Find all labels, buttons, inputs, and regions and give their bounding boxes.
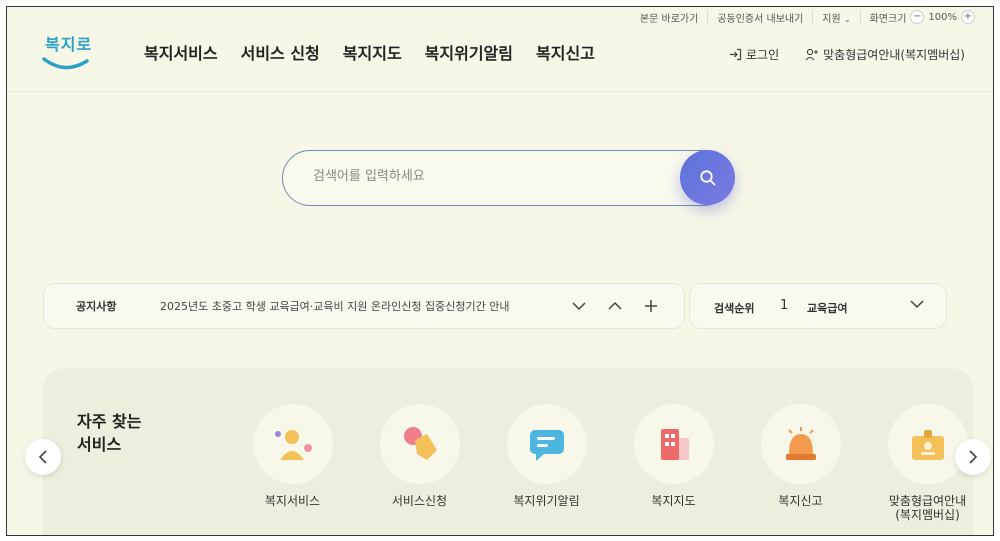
- id-badge-icon: [911, 430, 944, 460]
- user-add-icon: [805, 48, 819, 61]
- service-icon-circle: [633, 404, 714, 484]
- service-label: 복지서비스: [264, 494, 321, 508]
- service-icon-circle: [506, 404, 587, 484]
- search-box: [282, 150, 732, 206]
- utility-bar: 본문 바로가기 공동인증서 내보내기 지원 ⌄ 화면크기 − 100% +: [631, 9, 975, 25]
- chevron-down-icon[interactable]: [910, 299, 924, 309]
- hand-click-icon: [403, 427, 437, 460]
- membership-guide-button[interactable]: 맞춤형급여안내(복지멤버십): [805, 46, 965, 63]
- logo-smile-icon: [42, 57, 89, 70]
- nav-crisis-alert[interactable]: 복지위기알림: [425, 40, 513, 64]
- support-menu[interactable]: 지원 ⌄: [813, 9, 861, 25]
- chevron-right-icon: [969, 450, 978, 464]
- support-label: 지원: [822, 13, 841, 25]
- building-icon: [660, 429, 689, 460]
- login-icon: [730, 48, 742, 61]
- service-icon-circle: [252, 404, 333, 484]
- service-label: 복지지도: [651, 494, 696, 508]
- service-label: 복지위기알림: [513, 494, 580, 508]
- siren-icon: [785, 427, 816, 460]
- nav-welfare-map[interactable]: 복지지도: [343, 40, 402, 64]
- membership-guide-label: 맞춤형급여안내(복지멤버십): [823, 48, 965, 62]
- zoom-value: 100%: [928, 11, 957, 23]
- zoom-in-button[interactable]: +: [961, 10, 975, 24]
- chevron-up-icon[interactable]: [608, 301, 622, 311]
- service-item-report[interactable]: 복지신고: [737, 404, 864, 522]
- notice-controls: [572, 299, 658, 313]
- ranking-keyword[interactable]: 교육급여: [807, 300, 847, 316]
- ranking-label: 검색순위: [714, 302, 755, 315]
- service-label: 복지신고: [778, 494, 823, 508]
- service-label: 서비스신청: [391, 494, 448, 508]
- page-frame: 본문 바로가기 공동인증서 내보내기 지원 ⌄ 화면크기 − 100% + 복지…: [6, 6, 994, 536]
- notice-text[interactable]: 2025년도 초중고 학생 교육급여·교육비 지원 온라인신청 집중신청기간 안…: [160, 298, 509, 314]
- service-icon-circle: [379, 404, 460, 484]
- chat-icon: [529, 430, 564, 461]
- site-logo[interactable]: 복지로: [41, 31, 93, 73]
- header-divider: [7, 91, 993, 92]
- search-input[interactable]: [313, 169, 673, 184]
- service-list: 복지서비스 서비스신청 복지위기알림 복지지도 복지신고 맞춤형급여안내 (복지…: [229, 404, 991, 522]
- nav-welfare-report[interactable]: 복지신고: [536, 40, 595, 64]
- service-item-welfare[interactable]: 복지서비스: [229, 404, 356, 522]
- notice-bar: 공지사항 2025년도 초중고 학생 교육급여·교육비 지원 온라인신청 집중신…: [43, 283, 685, 329]
- search-button[interactable]: [680, 150, 735, 205]
- chevron-down-icon: ⌄: [843, 14, 851, 24]
- plus-icon[interactable]: [644, 299, 658, 313]
- main-nav: 복지서비스 서비스 신청 복지지도 복지위기알림 복지신고: [144, 40, 595, 64]
- cert-export-link[interactable]: 공동인증서 내보내기: [708, 9, 814, 25]
- login-label: 로그인: [746, 48, 780, 62]
- login-button[interactable]: 로그인: [729, 46, 779, 63]
- services-prev-button[interactable]: [25, 439, 61, 475]
- service-label: 맞춤형급여안내 (복지멤버십): [888, 494, 967, 522]
- skip-link[interactable]: 본문 바로가기: [631, 9, 709, 25]
- notice-label: 공지사항: [76, 300, 117, 313]
- service-item-apply[interactable]: 서비스신청: [356, 404, 483, 522]
- nav-welfare-service[interactable]: 복지서비스: [144, 40, 218, 64]
- chevron-down-icon[interactable]: [572, 301, 586, 311]
- services-title: 자주 찾는 서비스: [77, 412, 142, 454]
- service-icon-circle: [887, 404, 968, 484]
- nav-service-apply[interactable]: 서비스 신청: [241, 40, 320, 64]
- service-item-map[interactable]: 복지지도: [610, 404, 737, 522]
- ranking-number: 1: [780, 298, 789, 313]
- service-icon-circle: [760, 404, 841, 484]
- search-ranking[interactable]: 검색순위 1 교육급여: [689, 283, 947, 329]
- search-icon: [699, 169, 715, 185]
- zoom-label: 화면크기: [869, 13, 907, 25]
- services-next-button[interactable]: [955, 439, 991, 475]
- zoom-control: 화면크기 − 100% +: [861, 10, 975, 25]
- person-icon: [274, 430, 312, 460]
- chevron-left-icon: [38, 450, 47, 464]
- header-actions: 로그인 맞춤형급여안내(복지멤버십): [729, 46, 965, 63]
- frequent-services: 자주 찾는 서비스 복지서비스 서비스신청 복지위기알림 복지지도 복지신고 맞…: [43, 368, 973, 535]
- zoom-out-button[interactable]: −: [910, 10, 925, 24]
- service-item-crisis-alert[interactable]: 복지위기알림: [483, 404, 610, 522]
